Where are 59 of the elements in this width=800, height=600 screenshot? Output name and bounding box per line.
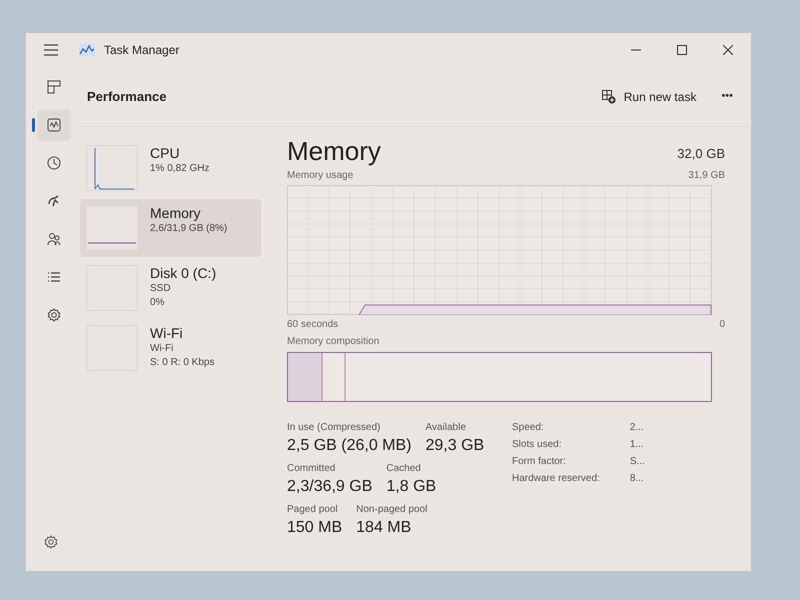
close-icon [723, 45, 733, 55]
device-name: Wi-Fi [150, 325, 184, 342]
processes-icon [46, 79, 62, 95]
property-value: 1... [630, 438, 645, 452]
stat-label: Non-paged pool [356, 503, 428, 517]
stat-value: 29,3 GB [426, 436, 484, 456]
app-icon [79, 44, 95, 56]
property-label: Form factor: [512, 455, 567, 469]
device-item[interactable]: Wi-Fi Wi-Fi S: 0 R: 0 Kbps [80, 319, 261, 377]
device-item[interactable]: Memory 2,6/31,9 GB (8%) [80, 199, 261, 257]
history-icon [46, 155, 62, 171]
minimize-icon [631, 49, 641, 51]
property-label: Hardware reserved: [512, 472, 600, 486]
window-title: Task Manager [104, 42, 180, 59]
device-stat: S: 0 R: 0 Kbps [150, 356, 214, 370]
stat-label: Cached [386, 462, 422, 476]
property-label: Slots used: [512, 438, 562, 452]
property-value: S... [630, 455, 645, 469]
selection-indicator [32, 118, 34, 132]
run-task-icon [602, 90, 616, 104]
more-button[interactable]: ••• [721, 88, 733, 105]
property-label: Speed: [512, 421, 545, 435]
device-stat: 1% 0,82 GHz [150, 162, 210, 176]
stat-value: 2,3/36,9 GB [287, 477, 372, 497]
stat-label: Available [426, 421, 467, 435]
stat-value: 184 MB [356, 518, 412, 538]
device-name: Disk 0 (C:) [150, 265, 216, 282]
property-value: 8... [630, 472, 645, 486]
device-stat: 2,6/31,9 GB (8%) [150, 222, 228, 236]
graph-label: Memory usage [287, 169, 354, 183]
stat-label: Committed [287, 462, 336, 476]
stat-value: 150 MB [287, 518, 342, 538]
total-memory: 32,0 GB [677, 144, 725, 162]
stat-label: Paged pool [287, 503, 339, 517]
detail-title: Memory [287, 135, 381, 167]
device-stat: Wi-Fi [150, 342, 174, 356]
performance-icon [46, 117, 62, 133]
nav-tab[interactable] [36, 109, 70, 141]
graph-time-label: 60 seconds [287, 318, 338, 332]
stat-value: 2,5 GB (26,0 MB) [287, 436, 412, 456]
graph-min: 0 [719, 318, 725, 332]
stat-value: 1,8 GB [386, 477, 436, 497]
composition-label: Memory composition [287, 335, 380, 349]
cpu-thumbnail-graph [86, 145, 138, 191]
run-new-task-button[interactable]: Run new task [598, 84, 700, 110]
device-stat: SSD [150, 282, 172, 296]
memory-thumbnail-graph [86, 205, 138, 251]
gear-icon [46, 307, 62, 323]
users-icon [46, 231, 62, 247]
property-value: 2... [630, 421, 645, 435]
device-item[interactable]: Disk 0 (C:) SSD 0% [80, 259, 261, 317]
device-stat: 0% [150, 296, 166, 310]
device-item[interactable]: CPU 1% 0,82 GHz [80, 139, 261, 197]
page-title: Performance [87, 88, 166, 106]
device-name: CPU [150, 145, 181, 162]
maximize-icon [677, 45, 687, 55]
graph-max: 31,9 GB [688, 169, 725, 183]
stat-label: In use (Compressed) [287, 421, 382, 435]
device-name: Memory [150, 205, 202, 222]
